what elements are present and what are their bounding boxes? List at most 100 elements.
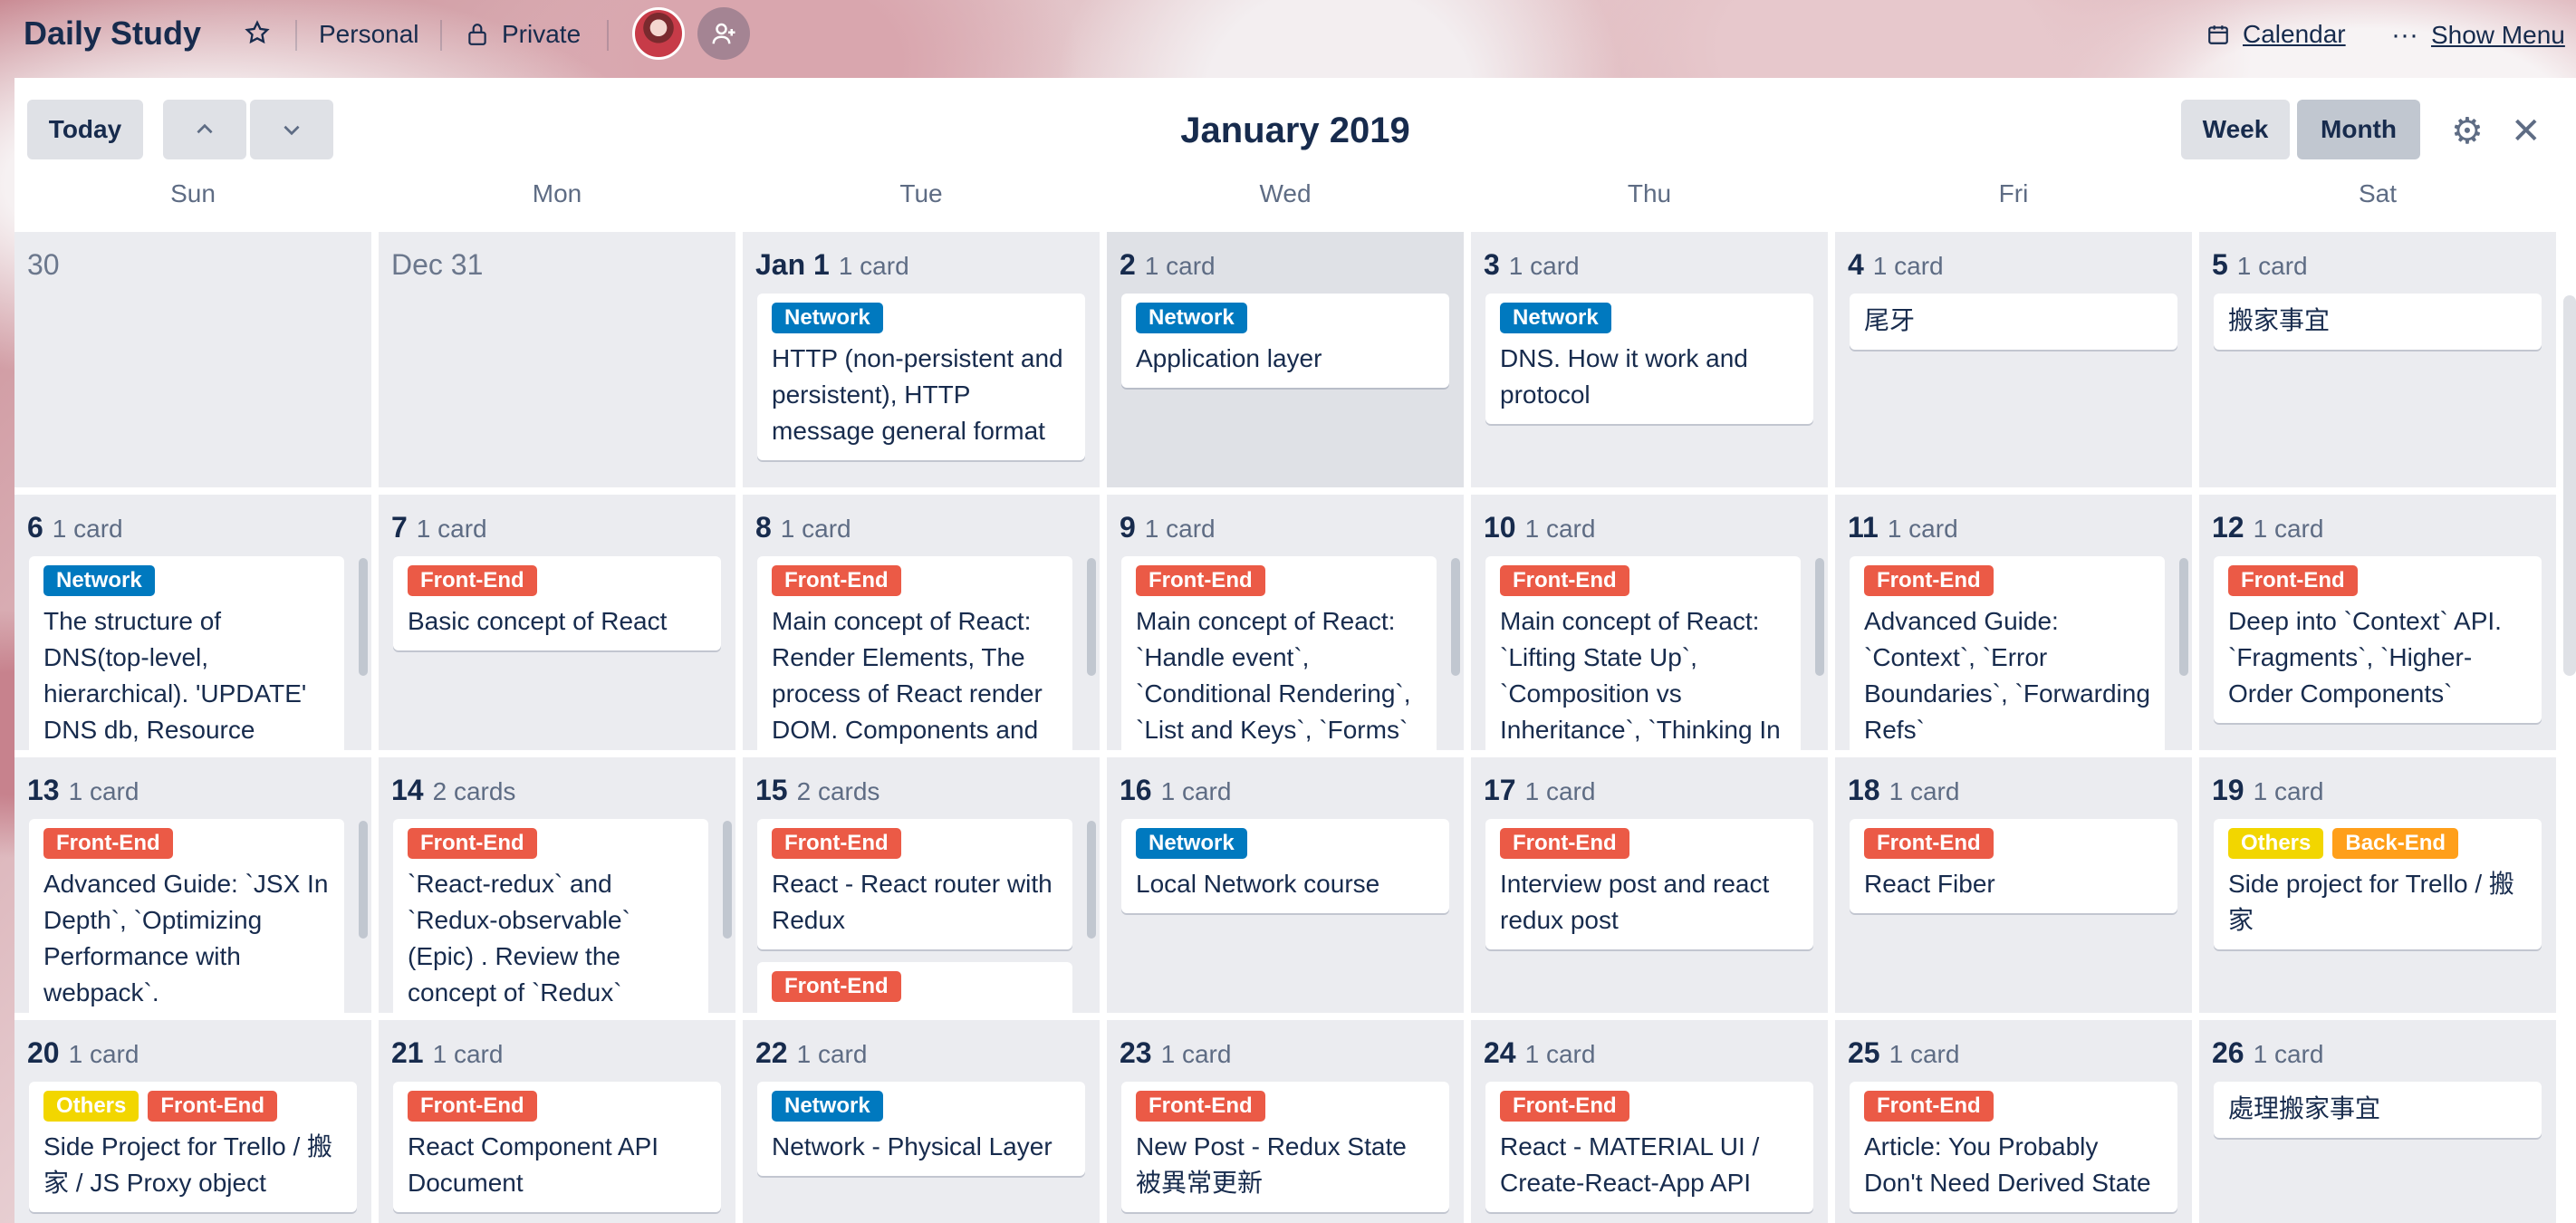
calendar-card[interactable]: Front-End React - React router with Redux — [757, 819, 1072, 949]
day-cell[interactable]: 5 1 card 搬家事宜 — [2199, 232, 2556, 487]
calendar-card[interactable]: Front-End Main concept of React: `Handle … — [1121, 556, 1437, 750]
card-title: Side project for Trello / 搬家 — [2228, 870, 2514, 934]
board-title[interactable]: Daily Study — [24, 14, 201, 53]
show-menu-button[interactable]: ··· Show Menu — [2391, 20, 2565, 51]
card-count: 1 card — [416, 515, 487, 543]
day-cell[interactable]: 15 2 cards Front-End React - React router w… — [743, 757, 1100, 1013]
calendar-card[interactable]: Network The structure of DNS(top-level, h… — [29, 556, 344, 750]
card-labels: Front-End — [2228, 565, 2527, 596]
calendar-card[interactable]: Network HTTP (non-persistent and persiste… — [757, 294, 1085, 460]
calendar-card[interactable]: Front-End `React-redux` and `Redux-observ… — [393, 819, 708, 1013]
day-cell[interactable]: 18 1 card Front-End React Fiber — [1835, 757, 2192, 1013]
day-cell[interactable]: 22 1 card Network Network - Physical Layer — [743, 1020, 1100, 1223]
calendar-card[interactable]: Front-End New Post - Redux State 被異常更新 — [1121, 1082, 1449, 1212]
day-cell[interactable]: 26 1 card 處理搬家事宜 — [2199, 1020, 2556, 1223]
day-cell[interactable]: 3 1 card Network DNS. How it work and proto… — [1471, 232, 1828, 487]
close-icon[interactable]: ✕ — [2511, 111, 2542, 152]
cell-scrollbar[interactable] — [1451, 558, 1460, 676]
avatar[interactable] — [632, 7, 685, 60]
day-cell[interactable]: 19 1 card Others Back-End Side project for T… — [2199, 757, 2556, 1013]
calendar-card[interactable]: Others Front-End Side Project for Trello /… — [29, 1082, 357, 1212]
day-cell[interactable]: Jan 1 1 card Network HTTP (non-persistent a… — [743, 232, 1100, 487]
day-cell[interactable]: 24 1 card Front-End React - MATERIAL UI / C… — [1471, 1020, 1828, 1223]
day-cell[interactable]: 4 1 card 尾牙 — [1835, 232, 2192, 487]
card-count: 1 card — [1508, 252, 1580, 280]
cell-scrollbar[interactable] — [1087, 558, 1096, 676]
day-cell[interactable]: 20 1 card Others Front-End Side Project for … — [14, 1020, 371, 1223]
day-cell[interactable]: 16 1 card Network Local Network course — [1107, 757, 1464, 1013]
month-view-button[interactable]: Month — [2297, 100, 2420, 159]
card-title: 搬家事宜 — [2228, 306, 2331, 334]
visibility-button[interactable]: Private — [466, 20, 581, 49]
weekday-mon: Mon — [532, 179, 582, 207]
day-cell[interactable]: 6 1 card Network The structure of DNS(top-l… — [14, 495, 371, 750]
card-labels: Front-End — [1136, 1091, 1435, 1122]
calendar-card[interactable]: Front-End Basic concept of React — [393, 556, 721, 650]
calendar-card[interactable]: Network Network - Physical Layer — [757, 1082, 1085, 1176]
cell-scrollbar[interactable] — [359, 821, 368, 939]
calendar-card[interactable]: Front-End Main concept of React: Render E… — [757, 556, 1072, 750]
label-front-end: Front-End — [408, 565, 537, 596]
card-labels: Network — [772, 303, 1071, 333]
calendar-card[interactable]: Network Local Network course — [1121, 819, 1449, 913]
label-front-end: Front-End — [1500, 1091, 1629, 1122]
cell-scrollbar[interactable] — [723, 821, 732, 939]
day-cell[interactable]: 21 1 card Front-End React Component API Doc… — [379, 1020, 735, 1223]
day-cell[interactable]: 12 1 card Front-End Deep into `Context` API… — [2199, 495, 2556, 750]
day-header: 14 2 cards — [391, 774, 515, 807]
card-count: 1 card — [1160, 1040, 1232, 1068]
day-cell[interactable]: 2 1 card Network Application layer — [1107, 232, 1464, 487]
calendar-card[interactable]: Front-End Advanced Guide: `JSX In Depth`,… — [29, 819, 344, 1013]
day-cell[interactable]: 23 1 card Front-End New Post - Redux State … — [1107, 1020, 1464, 1223]
calendar-card[interactable]: Front-End Interview post and react redux … — [1485, 819, 1813, 949]
add-member-button[interactable] — [697, 7, 750, 60]
day-cell[interactable]: 17 1 card Front-End Interview post and reac… — [1471, 757, 1828, 1013]
calendar-card[interactable]: Others Back-End Side project for Trello / … — [2214, 819, 2542, 949]
day-cell[interactable]: Dec 31 — [379, 232, 735, 487]
calendar-card[interactable]: Front-End Main concept of React: `Lifting… — [1485, 556, 1801, 750]
header-divider — [295, 20, 297, 51]
calendar-card[interactable]: 尾牙 — [1850, 294, 2177, 350]
calendar-card[interactable]: Network DNS. How it work and protocol — [1485, 294, 1813, 424]
weekday-tue: Tue — [899, 179, 943, 207]
day-cell[interactable]: 10 1 card Front-End Main concept of React: … — [1471, 495, 1828, 750]
cell-scrollbar[interactable] — [2179, 558, 2188, 676]
settings-icon[interactable]: ⚙ — [2451, 111, 2484, 152]
star-button[interactable] — [245, 20, 270, 45]
label-front-end: Front-End — [772, 971, 901, 1002]
day-header: 13 1 card — [27, 774, 139, 807]
day-cell[interactable]: 8 1 card Front-End Main concept of React: R… — [743, 495, 1100, 750]
day-cell[interactable]: 30 — [14, 232, 371, 487]
calendar-card[interactable]: Front-End Deep into `Context` API. `Fragm… — [2214, 556, 2542, 723]
calendar-card[interactable]: Front-End React - MATERIAL UI / Create-Re… — [1485, 1082, 1813, 1212]
cell-scrollbar[interactable] — [1815, 558, 1824, 676]
calendar-link[interactable]: Calendar — [2206, 20, 2346, 49]
calendar-card[interactable]: Front-End Article: You Probably Don't Nee… — [1850, 1082, 2177, 1212]
calendar-card[interactable]: Network Application layer — [1121, 294, 1449, 388]
cell-scrollbar[interactable] — [359, 558, 368, 676]
day-cell[interactable]: 11 1 card Front-End Advanced Guide: `Contex… — [1835, 495, 2192, 750]
calendar-card[interactable]: Front-End — [757, 962, 1072, 1013]
label-back-end: Back-End — [2332, 828, 2459, 859]
cell-scrollbar[interactable] — [1087, 821, 1096, 939]
weekday-sun: Sun — [170, 179, 216, 207]
card-list: 搬家事宜 — [2214, 294, 2542, 362]
calendar-card[interactable]: Front-End React Component API Document — [393, 1082, 721, 1212]
page-scrollbar[interactable] — [2563, 295, 2576, 676]
calendar-card[interactable]: 搬家事宜 — [2214, 294, 2542, 350]
day-header: 10 1 card — [1484, 511, 1595, 544]
calendar-card[interactable]: 處理搬家事宜 — [2214, 1082, 2542, 1138]
label-front-end: Front-End — [1864, 828, 1994, 859]
day-cell[interactable]: 9 1 card Front-End Main concept of React: `… — [1107, 495, 1464, 750]
day-number: 21 — [391, 1036, 424, 1069]
day-cell[interactable]: 7 1 card Front-End Basic concept of React — [379, 495, 735, 750]
label-others: Others — [2228, 828, 2324, 859]
day-cell[interactable]: 13 1 card Front-End Advanced Guide: `JSX In… — [14, 757, 371, 1013]
team-button[interactable]: Personal — [319, 20, 419, 49]
day-cell[interactable]: 25 1 card Front-End Article: You Probably D… — [1835, 1020, 2192, 1223]
day-number: 26 — [2212, 1036, 2244, 1069]
day-cell[interactable]: 14 2 cards Front-End `React-redux` and `Red… — [379, 757, 735, 1013]
calendar-card[interactable]: Front-End React Fiber — [1850, 819, 2177, 913]
calendar-card[interactable]: Front-End Advanced Guide: `Context`, `Err… — [1850, 556, 2165, 750]
week-view-button[interactable]: Week — [2181, 100, 2290, 159]
